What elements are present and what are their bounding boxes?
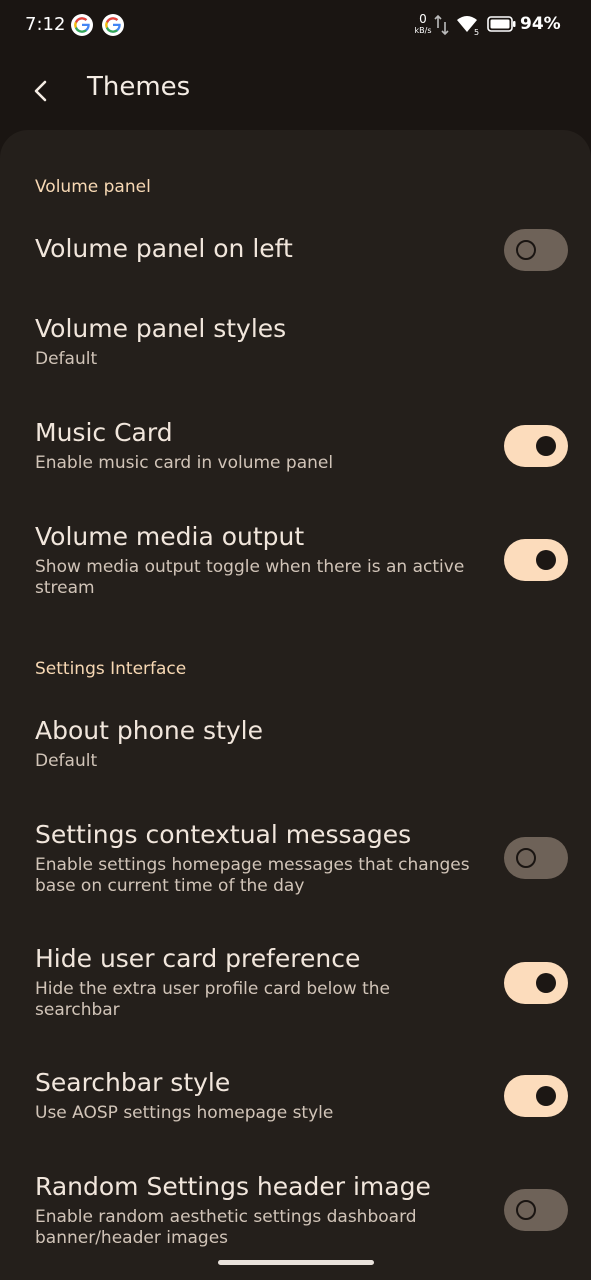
setting-title: Music Card	[35, 418, 173, 447]
toggle-switch[interactable]	[504, 837, 568, 879]
top-app-bar: Themes	[0, 52, 591, 130]
setting-title: Searchbar style	[35, 1068, 231, 1097]
toggle-knob	[536, 436, 556, 456]
toggle-knob	[516, 240, 536, 260]
network-speed: 0 kB/s	[413, 13, 433, 37]
setting-title: Settings contextual messages	[35, 820, 412, 849]
toggle-switch[interactable]	[504, 539, 568, 581]
toggle-knob	[516, 1200, 536, 1220]
battery-icon	[487, 16, 516, 32]
gesture-nav-handle[interactable]	[218, 1260, 374, 1265]
toggle-knob	[536, 1086, 556, 1106]
setting-title: About phone style	[35, 716, 263, 745]
setting-title: Volume panel styles	[35, 314, 287, 343]
setting-title: Volume panel on left	[35, 234, 293, 263]
toggle-switch[interactable]	[504, 229, 568, 271]
setting-title: Hide user card preference	[35, 944, 361, 973]
setting-summary: Enable music card in volume panel	[35, 453, 334, 473]
toggle-switch[interactable]	[504, 425, 568, 467]
page-title: Themes	[87, 72, 191, 102]
toggle-knob	[516, 848, 536, 868]
section-header-volume-panel: Volume panel	[35, 177, 151, 197]
status-time: 7:12	[25, 14, 66, 35]
google-icon	[102, 14, 124, 36]
setting-summary: Use AOSP settings homepage style	[35, 1103, 334, 1123]
setting-summary: Default	[35, 349, 98, 369]
network-speed-unit: kB/s	[414, 26, 432, 35]
section-header-settings-interface: Settings Interface	[35, 659, 187, 679]
toggle-knob	[536, 973, 556, 993]
toggle-switch[interactable]	[504, 1075, 568, 1117]
status-bar: 7:12 0 kB/s 5 94%	[0, 0, 591, 52]
back-arrow-icon[interactable]	[22, 72, 62, 112]
battery-percent: 94%	[520, 14, 561, 34]
setting-title: Volume media output	[35, 522, 305, 551]
setting-summary: Show media output toggle when there is a…	[35, 557, 465, 598]
setting-summary: Enable random aesthetic settings dashboa…	[35, 1207, 417, 1248]
setting-summary: Default	[35, 751, 98, 771]
data-transfer-icon	[434, 14, 449, 36]
toggle-switch[interactable]	[504, 1189, 568, 1231]
setting-summary: Hide the extra user profile card below t…	[35, 979, 390, 1020]
svg-text:5: 5	[474, 28, 479, 36]
toggle-knob	[536, 550, 556, 570]
google-icon	[71, 14, 93, 36]
wifi-icon: 5	[457, 16, 479, 36]
settings-list: Volume panel Volume panel on left Volume…	[0, 130, 591, 1280]
setting-summary: Enable settings homepage messages that c…	[35, 855, 470, 896]
network-speed-value: 0	[419, 12, 427, 26]
setting-title: Random Settings header image	[35, 1172, 431, 1201]
toggle-switch[interactable]	[504, 962, 568, 1004]
